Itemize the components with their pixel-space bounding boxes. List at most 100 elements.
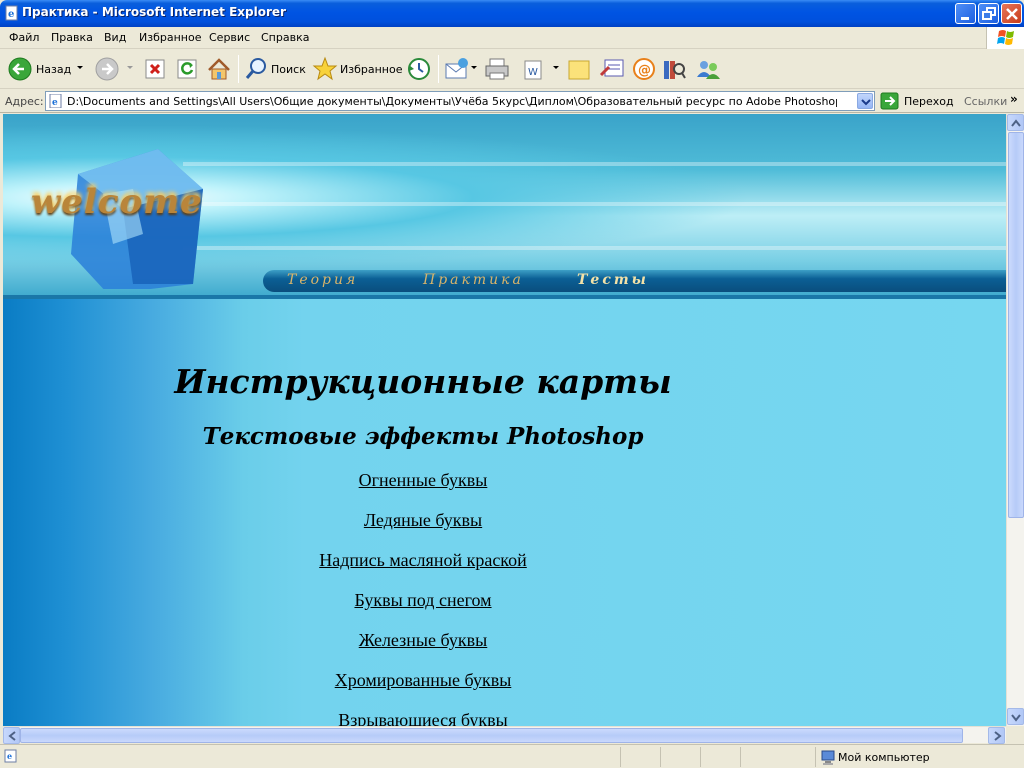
- home-icon[interactable]: [206, 55, 232, 83]
- restore-button[interactable]: [978, 3, 999, 24]
- status-separator: [660, 747, 661, 767]
- favorites-star-icon[interactable]: [312, 55, 338, 83]
- menu-edit[interactable]: Правка: [48, 30, 96, 45]
- link-fire-letters[interactable]: Огненные буквы: [3, 470, 843, 491]
- refresh-icon[interactable]: [176, 55, 198, 83]
- messenger-icon[interactable]: @: [631, 55, 657, 83]
- stop-icon[interactable]: [144, 55, 166, 83]
- banner-streak: [183, 246, 1006, 250]
- restore-icon: [982, 7, 996, 20]
- chevron-right-icon: [994, 731, 1002, 741]
- link-ice-letters[interactable]: Ледяные буквы: [3, 510, 843, 531]
- status-bar: e Мой компьютер: [0, 744, 1024, 768]
- back-arrow-icon[interactable]: [8, 55, 34, 83]
- title-bar: e Практика - Microsoft Internet Explorer: [0, 0, 1024, 27]
- favorites-label[interactable]: Избранное: [340, 63, 402, 76]
- back-dropdown-icon[interactable]: [77, 66, 83, 69]
- link-oil-paint[interactable]: Надпись масляной краской: [3, 550, 843, 571]
- users-icon[interactable]: [694, 55, 722, 83]
- minimize-icon: [961, 17, 969, 20]
- scroll-corner: [1006, 726, 1024, 743]
- minimize-button[interactable]: [955, 3, 976, 24]
- horizontal-scrollbar[interactable]: [3, 726, 1006, 744]
- go-button[interactable]: Переход: [904, 95, 954, 108]
- menu-favorites[interactable]: Избранное: [136, 30, 204, 45]
- scroll-down-button[interactable]: [1007, 708, 1024, 725]
- svg-text:e: e: [7, 751, 12, 761]
- zone-label: Мой компьютер: [838, 751, 930, 764]
- menu-bar: Файл Правка Вид Избранное Сервис Справка: [0, 27, 1024, 49]
- link-snow-letters[interactable]: Буквы под снегом: [3, 590, 843, 611]
- svg-text:e: e: [52, 98, 58, 108]
- computer-icon: [821, 750, 835, 765]
- page-status-icon: e: [4, 749, 17, 763]
- search-label[interactable]: Поиск: [271, 63, 306, 76]
- edit-icon[interactable]: W: [521, 55, 547, 83]
- go-arrow-icon[interactable]: [880, 92, 900, 110]
- chevron-left-icon: [8, 731, 16, 741]
- chevron-down-icon: [1011, 714, 1021, 722]
- note-icon[interactable]: [566, 55, 592, 83]
- address-value[interactable]: D:\Documents and Settings\All Users\Общи…: [67, 95, 837, 108]
- site-nav: Теория Практика Тесты: [263, 270, 1006, 292]
- link-chrome-letters[interactable]: Хромированные буквы: [3, 670, 843, 691]
- page-viewport: welcome Теория Практика Тесты Инструкцио…: [3, 114, 1006, 726]
- ie-page-icon: e: [49, 94, 62, 108]
- close-icon: [1006, 8, 1018, 20]
- vertical-scrollbar[interactable]: [1006, 114, 1024, 726]
- toolbar: Назад Поиск Избранное W @: [0, 49, 1024, 89]
- mail-icon[interactable]: [444, 55, 470, 83]
- link-exploding-letters[interactable]: Взрывающиеся буквы: [3, 710, 843, 726]
- nav-theory[interactable]: Теория: [287, 272, 358, 288]
- menu-view[interactable]: Вид: [101, 30, 129, 45]
- address-input[interactable]: e D:\Documents and Settings\All Users\Об…: [45, 91, 875, 111]
- chevron-up-icon: [1011, 119, 1021, 127]
- nav-tests[interactable]: Тесты: [577, 272, 649, 288]
- search-icon[interactable]: [244, 55, 270, 83]
- print-icon[interactable]: [483, 55, 511, 83]
- status-separator: [620, 747, 621, 767]
- menu-tools[interactable]: Сервис: [206, 30, 253, 45]
- page-subtitle: Текстовые эффекты Photoshop: [202, 423, 644, 450]
- nav-practice[interactable]: Практика: [423, 272, 524, 288]
- links-toolbar[interactable]: Ссылки: [964, 95, 1007, 108]
- svg-text:e: e: [8, 9, 14, 20]
- toolbar-separator: [238, 55, 239, 83]
- address-label: Адрес:: [5, 95, 44, 108]
- menu-file[interactable]: Файл: [6, 30, 42, 45]
- security-zone: Мой компьютер: [815, 747, 1021, 767]
- banner-streak: [183, 202, 1006, 206]
- page-title: Инструкционные карты: [174, 362, 672, 401]
- forward-arrow-icon[interactable]: [95, 55, 121, 83]
- discuss-icon[interactable]: [599, 55, 627, 83]
- site-banner: welcome Теория Практика Тесты: [3, 114, 1006, 299]
- edit-dropdown-icon[interactable]: [553, 66, 559, 69]
- vertical-scroll-thumb[interactable]: [1008, 132, 1024, 518]
- welcome-logo: welcome: [31, 182, 203, 222]
- banner-streak: [183, 162, 1006, 166]
- forward-dropdown-icon[interactable]: [127, 66, 133, 69]
- scroll-up-button[interactable]: [1007, 114, 1024, 131]
- chevron-down-icon: [861, 99, 871, 106]
- scroll-right-button[interactable]: [988, 727, 1005, 744]
- address-dropdown-button[interactable]: [857, 93, 873, 109]
- close-button[interactable]: [1001, 3, 1022, 24]
- status-separator: [700, 747, 701, 767]
- svg-text:W: W: [528, 67, 538, 78]
- status-separator: [740, 747, 741, 767]
- back-label[interactable]: Назад: [36, 63, 71, 76]
- svg-text:@: @: [638, 63, 651, 78]
- windows-flag-icon: [986, 27, 1024, 49]
- history-icon[interactable]: [405, 55, 433, 83]
- window-title: Практика - Microsoft Internet Explorer: [22, 5, 286, 19]
- horizontal-scroll-thumb[interactable]: [20, 728, 963, 743]
- scroll-left-button[interactable]: [3, 727, 20, 744]
- menu-help[interactable]: Справка: [258, 30, 312, 45]
- chevron-more-icon[interactable]: »: [1010, 92, 1018, 106]
- mail-dropdown-icon[interactable]: [471, 66, 477, 69]
- banner-divider: [3, 295, 1006, 299]
- ie-page-icon: e: [5, 5, 18, 21]
- address-bar: Адрес: e D:\Documents and Settings\All U…: [0, 89, 1024, 113]
- link-iron-letters[interactable]: Железные буквы: [3, 630, 843, 651]
- research-icon[interactable]: [661, 55, 687, 83]
